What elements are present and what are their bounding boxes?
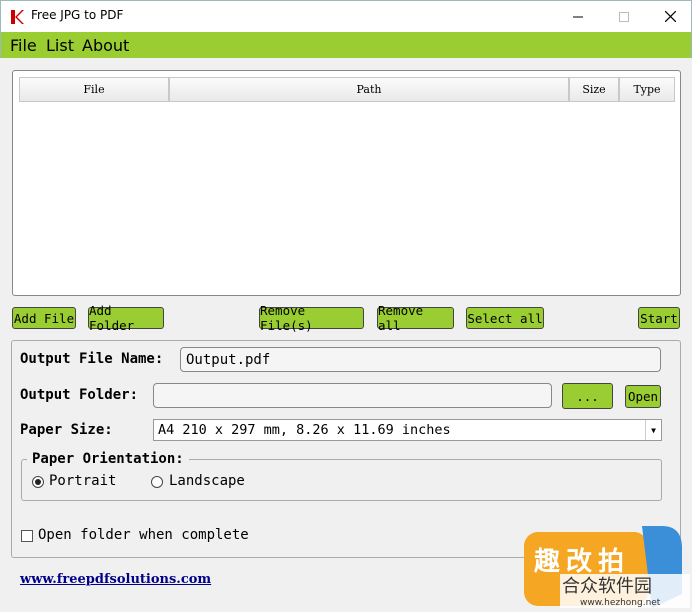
paper-size-label: Paper Size:	[20, 422, 113, 438]
svg-text:改: 改	[566, 546, 592, 577]
menu-list[interactable]: List	[46, 36, 74, 55]
file-list[interactable]: File Path Size Type	[12, 70, 681, 296]
menu-about[interactable]: About	[82, 36, 129, 55]
start-button[interactable]: Start	[638, 307, 680, 329]
add-file-button[interactable]: Add File	[12, 307, 76, 329]
watermark-url-text: www.hezhong.net	[580, 598, 661, 608]
close-button[interactable]	[647, 1, 692, 32]
paper-size-select[interactable]: A4 210 x 297 mm, 8.26 x 11.69 inches ▼	[153, 419, 662, 441]
portrait-radio[interactable]	[32, 476, 44, 488]
chevron-down-icon: ▼	[645, 420, 661, 440]
watermark-logo: 趣 改 拍 合众软件园 www.hezhong.net	[524, 526, 690, 608]
column-header-path[interactable]: Path	[169, 77, 569, 102]
menu-bar: File List About	[0, 32, 692, 58]
window-title: Free JPG to PDF	[31, 8, 124, 22]
website-link[interactable]: www.freepdfsolutions.com	[20, 572, 211, 587]
minimize-button[interactable]	[555, 1, 601, 32]
maximize-icon	[619, 11, 629, 22]
svg-text:趣: 趣	[533, 547, 560, 577]
landscape-radio[interactable]	[151, 476, 163, 488]
open-folder-checkbox[interactable]	[21, 530, 33, 542]
open-folder-button[interactable]: Open	[625, 385, 661, 408]
radio-selected-dot	[35, 479, 41, 485]
remove-files-button[interactable]: Remove File(s)	[259, 303, 364, 333]
add-folder-button[interactable]: Add Folder	[88, 303, 164, 333]
output-folder-label: Output Folder:	[20, 387, 139, 403]
close-icon	[664, 11, 676, 22]
orientation-group-title: Paper Orientation:	[27, 451, 189, 467]
column-header-file[interactable]: File	[19, 77, 169, 102]
paper-size-value: A4 210 x 297 mm, 8.26 x 11.69 inches	[158, 422, 451, 438]
landscape-label[interactable]: Landscape	[169, 473, 245, 489]
column-header-size[interactable]: Size	[569, 77, 619, 102]
browse-folder-button[interactable]: ...	[562, 383, 613, 409]
select-all-button[interactable]: Select all	[466, 307, 544, 329]
output-file-input[interactable]: Output.pdf	[180, 347, 661, 372]
open-folder-label[interactable]: Open folder when complete	[38, 527, 249, 543]
output-file-label: Output File Name:	[20, 351, 164, 367]
app-logo-icon	[11, 10, 24, 24]
menu-file[interactable]: File	[10, 36, 37, 55]
minimize-icon	[573, 16, 583, 17]
output-folder-input[interactable]	[153, 383, 552, 408]
watermark-cn-text: 合众软件园	[562, 576, 652, 597]
portrait-label[interactable]: Portrait	[49, 473, 116, 489]
remove-all-button[interactable]: Remove all	[377, 303, 454, 333]
title-bar: Free JPG to PDF	[0, 0, 692, 32]
column-header-type[interactable]: Type	[619, 77, 675, 102]
maximize-button[interactable]	[601, 1, 647, 32]
svg-text:拍: 拍	[598, 547, 624, 577]
